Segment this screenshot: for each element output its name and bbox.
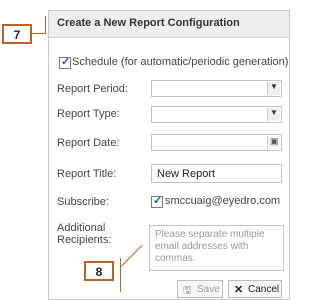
callout-7-label: 7	[13, 28, 21, 42]
callout-8-line-vertical	[120, 258, 121, 292]
report-title-input[interactable]: New Report	[151, 164, 282, 183]
subscribe-checkbox[interactable]: ✓	[151, 195, 163, 208]
cancel-label: Cancel	[248, 284, 280, 295]
calendar-icon[interactable]: ▣	[267, 136, 280, 149]
subscribe-label: Subscribe:	[57, 196, 109, 208]
cancel-button[interactable]: ✕ Cancel	[228, 280, 282, 298]
callout-7: 7	[2, 24, 32, 44]
x-icon: ✕	[234, 284, 244, 296]
additional-recipients-textarea[interactable]: Please separate multiple email addresses…	[149, 225, 284, 271]
report-type-select[interactable]: ▼	[151, 106, 282, 123]
additional-recipients-label-line2: Recipients:	[57, 234, 112, 246]
save-label: Save	[197, 284, 220, 295]
callout-8: 8	[84, 261, 114, 281]
chevron-down-icon[interactable]: ▼	[267, 108, 280, 121]
report-type-label: Report Type:	[57, 108, 120, 120]
checkmark-icon: ✓	[153, 195, 163, 207]
callout-7-line-vertical	[45, 16, 46, 34]
additional-recipients-placeholder: Please separate multiple email addresses…	[155, 229, 265, 264]
subscribe-email: smccuaig@eyedro.com	[165, 195, 281, 207]
panel-title: Create a New Report Configuration	[57, 17, 240, 29]
checkmark-icon: ✓	[61, 56, 71, 68]
floppy-disk-icon: 🖫	[183, 285, 192, 296]
schedule-label: Schedule (for automatic/periodic generat…	[72, 56, 289, 68]
callout-7-line	[32, 33, 46, 34]
report-config-panel: Create a New Report Configuration ✓ Sche…	[48, 10, 290, 300]
report-title-value: New Report	[157, 168, 216, 180]
save-button[interactable]: 🖫 Save	[177, 280, 223, 298]
report-title-label: Report Title:	[57, 168, 117, 180]
callout-8-label: 8	[95, 265, 103, 279]
report-period-select[interactable]: ▼	[151, 80, 282, 97]
panel-header: Create a New Report Configuration	[49, 11, 289, 38]
schedule-checkbox[interactable]: ✓	[59, 56, 71, 69]
additional-recipients-label-line1: Additional	[57, 222, 106, 234]
report-period-label: Report Period:	[57, 83, 128, 95]
report-date-input[interactable]: ▣	[151, 134, 282, 151]
report-date-label: Report Date:	[57, 137, 120, 149]
chevron-down-icon[interactable]: ▼	[267, 82, 280, 95]
